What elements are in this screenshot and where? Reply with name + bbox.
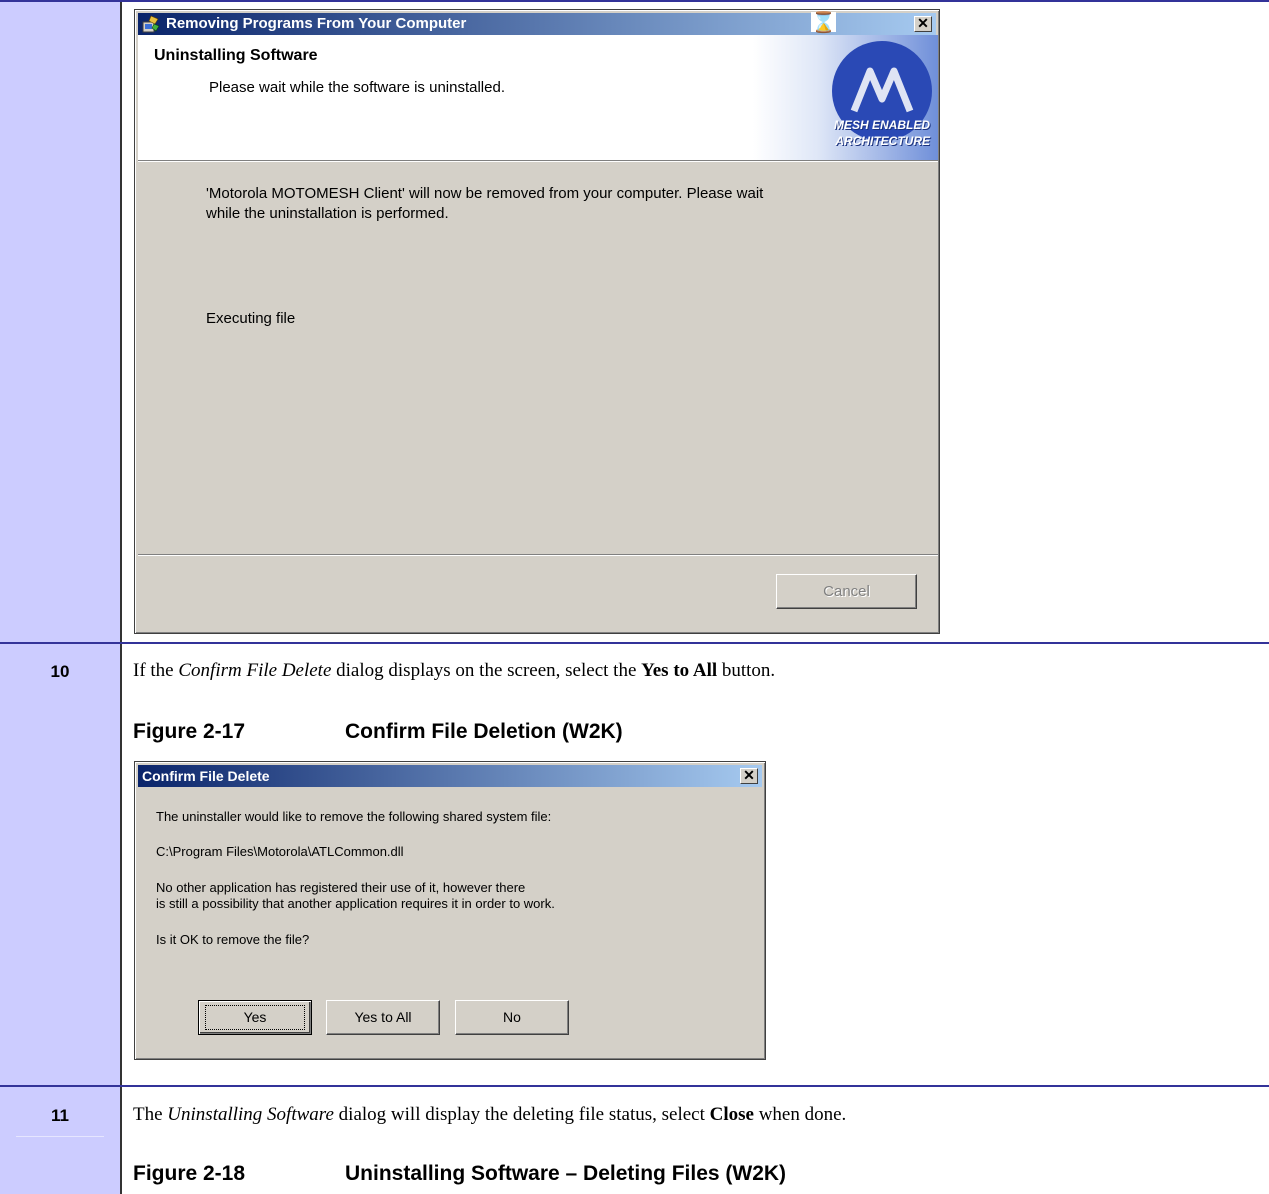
step-11-instruction: The Uninstalling Software dialog will di… xyxy=(133,1104,846,1126)
uninstall-header-panel: Uninstalling Software Please wait while … xyxy=(138,35,938,160)
uninstall-dialog-title: Removing Programs From Your Computer xyxy=(166,15,467,32)
no-button[interactable]: No xyxy=(455,1000,569,1035)
uninstall-body-line-2: while the uninstallation is performed. xyxy=(206,205,449,222)
step-11-text-prefix: The xyxy=(133,1104,168,1125)
step-10-text-suffix: button. xyxy=(717,660,776,681)
step-number-10: 10 xyxy=(50,662,70,681)
step-number-column xyxy=(0,0,120,1194)
step-10-instruction: If the Confirm File Delete dialog displa… xyxy=(133,660,775,682)
mesh-enabled-banner: MESH ENABLED ARCHITECTURE xyxy=(753,35,938,160)
uninstall-body-text: 'Motorola MOTOMESH Client' will now be r… xyxy=(206,184,906,224)
header-separator xyxy=(138,160,938,162)
figure-2-18-number: Figure 2-18 xyxy=(133,1162,246,1185)
step-11-text-mid: dialog will display the deleting file st… xyxy=(333,1104,710,1125)
confirm-line-1: The uninstaller would like to remove the… xyxy=(156,809,552,824)
yes-button-label: Yes xyxy=(205,1005,305,1030)
row-rule-step-11 xyxy=(0,1085,1269,1087)
confirm-question: Is it OK to remove the file? xyxy=(156,932,310,947)
step-10-text-prefix: If the xyxy=(133,660,179,681)
figure-2-18-title: Uninstalling Software – Deleting Files (… xyxy=(345,1162,787,1185)
confirm-delete-dialog: Confirm File Delete ✕ The uninstaller wo… xyxy=(134,761,766,1060)
banner-line-2: ARCHITECTURE xyxy=(835,134,930,148)
confirm-line-3b: is still a possibility that another appl… xyxy=(156,896,555,911)
confirm-close-button[interactable]: ✕ xyxy=(740,768,758,784)
row-rule-step-10 xyxy=(0,642,1269,644)
confirm-file-path: C:\Program Files\Motorola\ATLCommon.dll xyxy=(156,844,404,859)
step-10-button-name: Yes to All xyxy=(641,660,718,681)
yes-button[interactable]: Yes xyxy=(198,1000,312,1035)
figure-2-17-caption: Figure 2-17 Confirm File Deletion (W2K) xyxy=(133,720,623,744)
hourglass-cursor-icon: ⌛ xyxy=(811,10,836,34)
step-11-dialog-name: Uninstalling Software xyxy=(167,1104,334,1125)
row-rule-top xyxy=(0,0,1269,2)
step-11-button-name: Close xyxy=(709,1104,754,1125)
step-10-text-mid: dialog displays on the screen, select th… xyxy=(331,660,642,681)
confirm-line-3a: No other application has registered thei… xyxy=(156,880,526,895)
step-11-text-suffix: when done. xyxy=(753,1104,847,1125)
uninstall-close-button[interactable]: ✕ xyxy=(914,16,932,32)
confirm-dialog-title: Confirm File Delete xyxy=(142,768,270,784)
figure-2-17-title: Confirm File Deletion (W2K) xyxy=(345,720,623,743)
uninstall-subheading: Please wait while the software is uninst… xyxy=(209,79,505,96)
cancel-button[interactable]: Cancel xyxy=(776,574,917,609)
uninstall-heading: Uninstalling Software xyxy=(154,47,318,64)
uninstall-status-text: Executing file xyxy=(206,310,296,327)
figure-2-18-caption: Figure 2-18 Uninstalling Software – Delet… xyxy=(133,1162,786,1186)
step-number-11: 11 xyxy=(51,1106,69,1125)
installer-icon xyxy=(142,15,160,33)
uninstall-dialog: Removing Programs From Your Computer ⌛ ✕… xyxy=(134,9,940,634)
column-divider xyxy=(120,0,122,1194)
step-10-dialog-name: Confirm File Delete xyxy=(178,660,332,681)
figure-2-17-number: Figure 2-17 xyxy=(133,720,246,743)
uninstall-body-line-1: 'Motorola MOTOMESH Client' will now be r… xyxy=(206,185,764,202)
footer-separator xyxy=(138,554,938,556)
step-11-underline xyxy=(16,1136,104,1137)
banner-line-1: MESH ENABLED xyxy=(833,118,930,132)
confirm-titlebar: Confirm File Delete xyxy=(138,765,762,787)
yes-to-all-button[interactable]: Yes to All xyxy=(326,1000,440,1035)
